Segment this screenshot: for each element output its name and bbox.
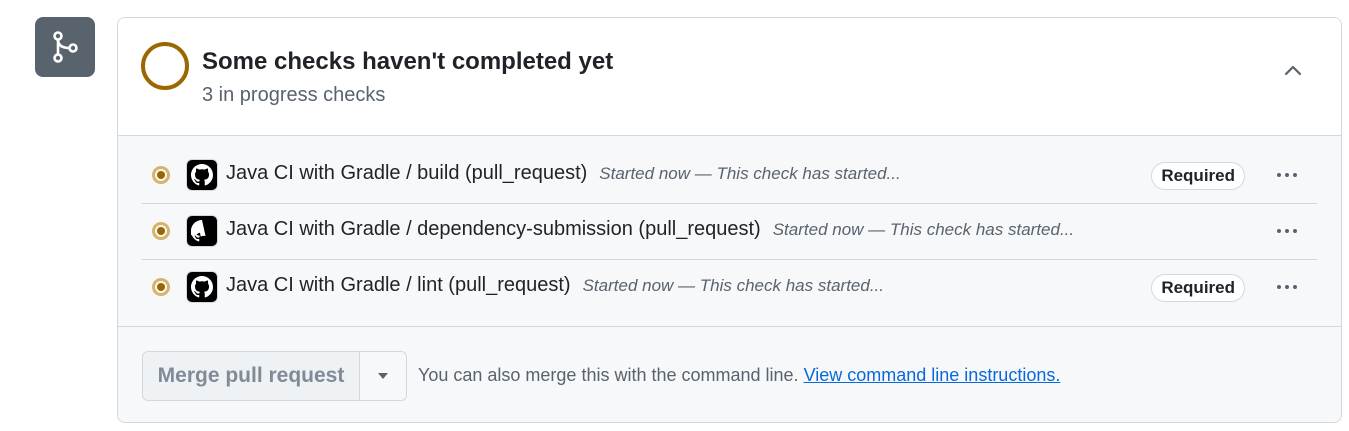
pending-dot-icon: [152, 278, 170, 296]
command-line-instructions-link[interactable]: View command line instructions.: [804, 365, 1061, 385]
command-line-hint-text: You can also merge this with the command…: [418, 365, 799, 385]
checks-header: Some checks haven't completed yet 3 in p…: [118, 18, 1341, 136]
merge-method-dropdown[interactable]: [360, 352, 406, 400]
github-actions-icon: [186, 159, 218, 191]
command-line-hint: You can also merge this with the command…: [418, 365, 1060, 386]
check-row-lint[interactable]: Java CI with Gradle / lint (pull_request…: [142, 260, 1317, 315]
check-row-build[interactable]: Java CI with Gradle / build (pull_reques…: [142, 148, 1317, 204]
check-row-dependency-submission[interactable]: Java CI with Gradle / dependency-submiss…: [142, 204, 1317, 260]
chevron-up-icon: [1284, 65, 1302, 76]
in-progress-ring-icon: [141, 42, 189, 90]
required-badge: Required: [1151, 162, 1245, 190]
git-merge-icon-box: [35, 17, 95, 77]
triangle-down-icon: [378, 373, 388, 379]
merge-pull-request-button[interactable]: Merge pull request: [143, 352, 360, 400]
check-name[interactable]: Java CI with Gradle / lint (pull_request…: [226, 274, 884, 297]
pending-dot-icon: [152, 166, 170, 184]
check-status-text: Started now — This check has started...: [582, 276, 885, 295]
merge-button-group: Merge pull request: [142, 351, 407, 401]
more-options-button[interactable]: [1271, 162, 1303, 188]
checks-title: Some checks haven't completed yet: [202, 48, 614, 75]
more-options-button[interactable]: [1271, 218, 1303, 244]
checks-list: Java CI with Gradle / build (pull_reques…: [142, 148, 1317, 315]
check-status-text: Started now — This check has started...: [599, 164, 901, 183]
collapse-button[interactable]: [1281, 58, 1305, 82]
check-name[interactable]: Java CI with Gradle / build (pull_reques…: [226, 162, 901, 185]
github-actions-icon: [186, 215, 218, 247]
checks-subtitle: 3 in progress checks: [202, 84, 386, 106]
check-status-text: Started now — This check has started...: [772, 220, 1075, 239]
pending-dot-icon: [152, 222, 170, 240]
more-options-button[interactable]: [1271, 274, 1303, 300]
required-badge: Required: [1151, 274, 1245, 302]
github-actions-icon: [186, 271, 218, 303]
merge-box: Some checks haven't completed yet 3 in p…: [117, 17, 1342, 423]
git-merge-icon: [53, 31, 78, 63]
check-name[interactable]: Java CI with Gradle / dependency-submiss…: [226, 218, 1074, 241]
merge-footer: Merge pull request You can also merge th…: [118, 326, 1341, 422]
